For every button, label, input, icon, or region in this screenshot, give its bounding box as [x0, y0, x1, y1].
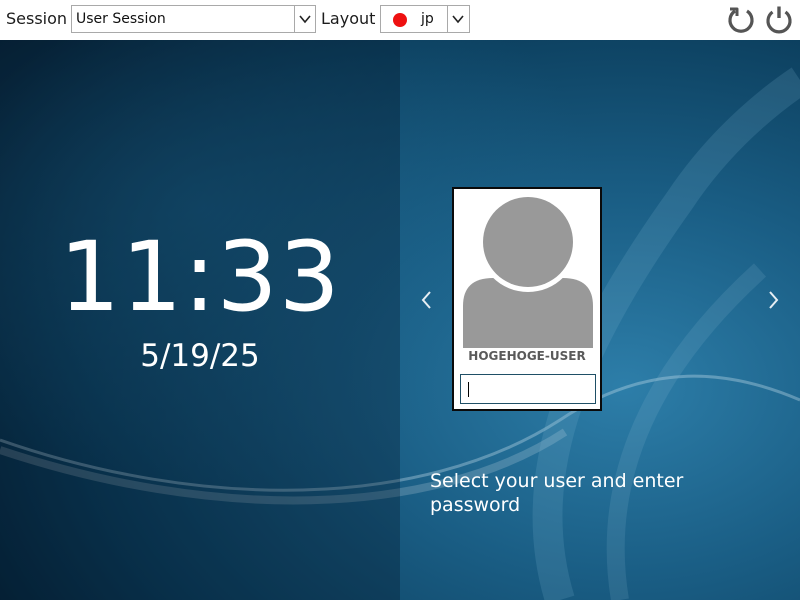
password-input[interactable] [460, 374, 596, 404]
username-label: HOGEHOGE-USER [468, 349, 586, 363]
clock-date: 5/19/25 [140, 338, 260, 374]
combo-separator [447, 6, 448, 32]
chevron-right-icon[interactable] [766, 289, 780, 311]
layout-dropdown[interactable]: jp [380, 5, 470, 33]
jp-flag-icon [393, 13, 407, 27]
chevron-down-icon[interactable] [452, 13, 464, 25]
login-hint: Select your user and enter password [430, 470, 684, 516]
login-screen: Session User Session Layout jp 11:33 5/1… [0, 0, 800, 600]
combo-separator [294, 6, 295, 32]
clock-time: 11:33 [59, 221, 341, 333]
chevron-down-icon[interactable] [299, 13, 311, 25]
session-dropdown[interactable]: User Session [71, 5, 316, 33]
session-label: Session [6, 9, 68, 28]
text-caret [468, 382, 469, 397]
user-card[interactable]: HOGEHOGE-USER [452, 187, 602, 411]
power-icon[interactable] [764, 4, 794, 34]
user-avatar-icon [463, 194, 593, 348]
top-bar: Session User Session Layout jp [0, 0, 800, 40]
session-value: User Session [76, 11, 166, 27]
restart-icon[interactable] [726, 4, 756, 34]
layout-value: jp [421, 11, 434, 27]
chevron-left-icon[interactable] [420, 289, 434, 311]
layout-label: Layout [321, 9, 376, 28]
